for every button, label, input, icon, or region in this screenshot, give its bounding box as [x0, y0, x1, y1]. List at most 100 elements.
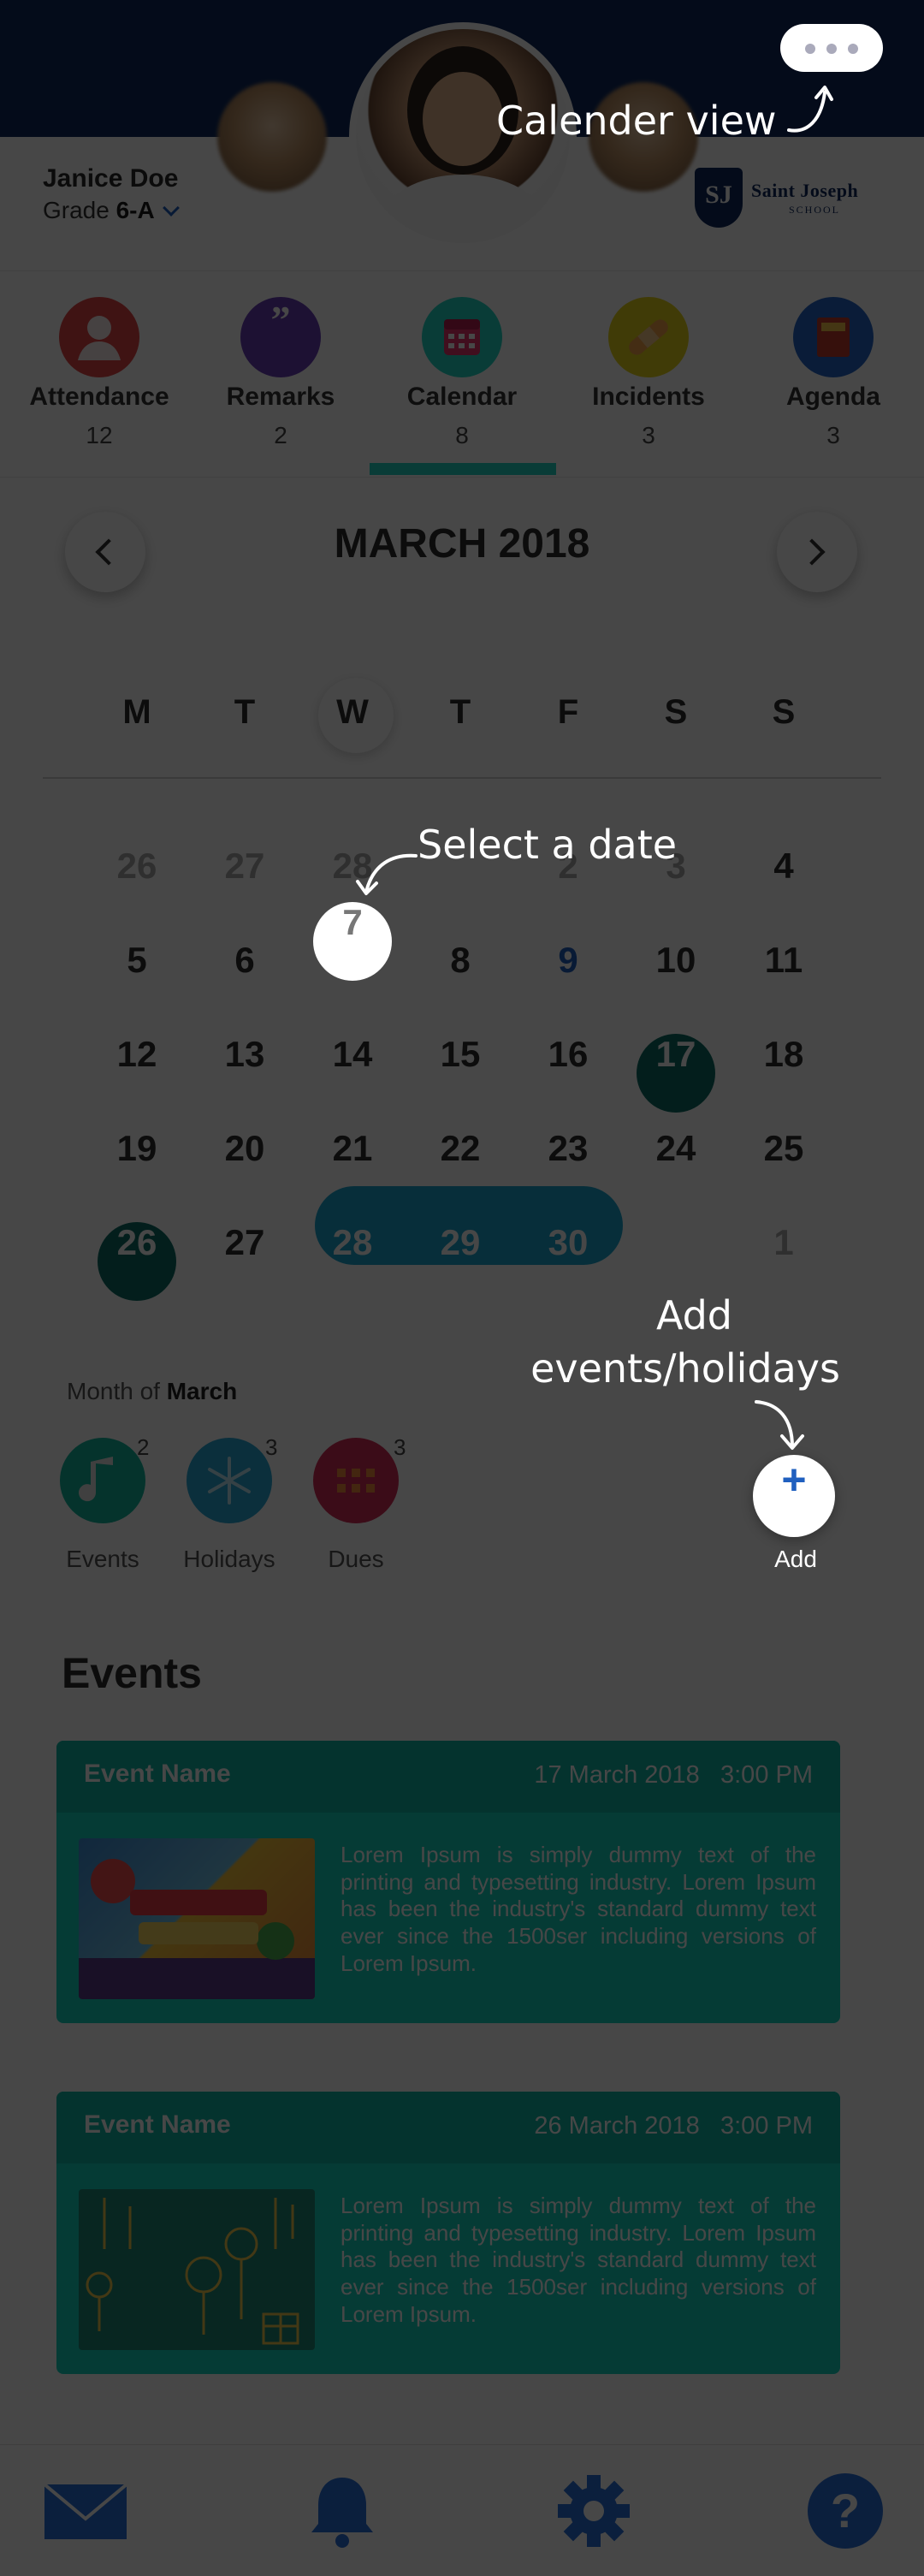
- balloons-illustration-icon: [86, 2198, 299, 2345]
- help-icon: ?: [808, 2473, 883, 2549]
- calendar-day[interactable]: 12: [98, 1034, 176, 1113]
- event-datetime: 17 March 2018 3:00 PM: [534, 1761, 813, 1790]
- tab-agenda[interactable]: Agenda 3: [741, 271, 924, 478]
- calendar-day[interactable]: 28: [313, 1222, 392, 1301]
- calendar-day[interactable]: 14: [313, 1034, 392, 1113]
- person-icon: [59, 297, 139, 377]
- weekday-label: S: [664, 693, 688, 731]
- event-description: Lorem Ipsum is simply dummy text of the …: [341, 1842, 816, 1976]
- sibling-avatar-left[interactable]: [217, 82, 327, 192]
- calendar-day[interactable]: 2: [529, 846, 607, 924]
- calendar-day[interactable]: 1: [744, 1222, 823, 1301]
- calendar-day[interactable]: 25: [744, 1128, 823, 1207]
- weekday-label: S: [772, 693, 796, 731]
- weekday-label: T: [234, 693, 256, 731]
- sibling-avatar-right[interactable]: [589, 82, 698, 192]
- calendar-day[interactable]: 16: [529, 1034, 607, 1113]
- calendar-day[interactable]: 3: [637, 846, 715, 924]
- tab-remarks[interactable]: ” Remarks 2: [188, 271, 373, 478]
- tab-count: 3: [826, 422, 840, 448]
- calendar-day[interactable]: 15: [421, 1034, 500, 1113]
- mail-icon: [43, 2483, 128, 2539]
- calendar-day[interactable]: 26: [98, 1222, 176, 1301]
- calendar-day[interactable]: 8: [421, 940, 500, 1018]
- events-title: Events: [62, 1649, 202, 1697]
- music-note-icon: [79, 1457, 113, 1502]
- calendar-day[interactable]: 4: [744, 846, 823, 924]
- dues-filter-button[interactable]: [313, 1438, 399, 1523]
- calendar-day[interactable]: 23: [529, 1128, 607, 1207]
- snowflake-icon: [208, 1457, 251, 1505]
- weekday-label: T: [449, 693, 471, 731]
- holidays-label: Holidays: [183, 1546, 275, 1572]
- more-options-button[interactable]: [780, 24, 883, 72]
- menu-dot: [848, 44, 858, 54]
- calendar-day[interactable]: 24: [637, 1128, 715, 1207]
- holidays-filter-button[interactable]: [187, 1438, 272, 1523]
- event-card[interactable]: Event Name 17 March 2018 3:00 PM Lorem I…: [56, 1741, 840, 2023]
- notifications-button[interactable]: [299, 2472, 385, 2549]
- calendar-day[interactable]: 29: [421, 1222, 500, 1301]
- calendar-day[interactable]: 26: [98, 846, 176, 924]
- event-name: Event Name: [84, 2110, 231, 2139]
- grade-value: 6-A: [116, 197, 155, 223]
- calendar-day[interactable]: 22: [421, 1128, 500, 1207]
- book-icon: [793, 297, 874, 377]
- calendar-day[interactable]: 21: [313, 1128, 392, 1207]
- calendar-day[interactable]: 27: [205, 1222, 284, 1301]
- tab-calendar[interactable]: Calendar 8: [370, 271, 554, 478]
- weekday-label: F: [557, 693, 579, 731]
- calendar-day[interactable]: 18: [744, 1034, 823, 1113]
- tab-label: Calendar: [406, 383, 518, 411]
- bottom-navigation: ?: [0, 2444, 924, 2576]
- calendar-divider: [43, 777, 881, 779]
- event-card-header: Event Name 17 March 2018 3:00 PM: [56, 1741, 840, 1813]
- help-button[interactable]: ?: [803, 2472, 888, 2549]
- tab-count: 3: [642, 422, 655, 448]
- calendar-day[interactable]: 11: [744, 940, 823, 1018]
- calendar-day[interactable]: 13: [205, 1034, 284, 1113]
- event-time: 3:00 PM: [720, 2112, 813, 2140]
- selected-day[interactable]: 7: [313, 902, 392, 981]
- event-time: 3:00 PM: [720, 1761, 813, 1789]
- calendar-day[interactable]: 19: [98, 1128, 176, 1207]
- tab-count: 8: [455, 422, 469, 448]
- calendar-day[interactable]: 10: [637, 940, 715, 1018]
- summary-month: March: [166, 1378, 238, 1404]
- settings-button[interactable]: [551, 2472, 637, 2549]
- grid-icon: [337, 1469, 375, 1493]
- poster-illustration-icon: [79, 1859, 315, 1999]
- summary-prefix: Month of: [67, 1378, 160, 1404]
- event-image: [79, 1838, 315, 1999]
- school-name: Saint Joseph: [751, 180, 859, 201]
- menu-dot: [805, 44, 815, 54]
- calendar-day[interactable]: 5: [98, 940, 176, 1018]
- calendar-day[interactable]: [637, 1222, 715, 1301]
- event-image: [79, 2189, 315, 2350]
- school-logo: SJ Saint Joseph SCHOOL: [695, 168, 890, 229]
- events-filter-button[interactable]: [60, 1438, 145, 1523]
- active-tab-indicator: [370, 463, 556, 475]
- tab-attendance[interactable]: Attendance 12: [7, 271, 192, 478]
- tab-label: Agenda: [785, 383, 880, 411]
- calendar-day[interactable]: 9: [529, 940, 607, 1018]
- calendar-day[interactable]: 27: [205, 846, 284, 924]
- tab-label: Remarks: [226, 383, 335, 411]
- calendar-day[interactable]: 20: [205, 1128, 284, 1207]
- summary-label: Month of March: [67, 1378, 237, 1405]
- next-month-button[interactable]: [777, 512, 857, 592]
- student-avatar[interactable]: [349, 22, 577, 250]
- calendar-day[interactable]: 17: [637, 1034, 715, 1113]
- grade-selector[interactable]: Grade 6-A: [43, 197, 180, 224]
- calendar-day[interactable]: 6: [205, 940, 284, 1018]
- bell-icon: [311, 2478, 373, 2548]
- messages-button[interactable]: [43, 2472, 128, 2549]
- svg-text:?: ?: [831, 2484, 860, 2537]
- events-section: Events Event Name 17 March 2018 3:00 PM …: [0, 1614, 924, 2444]
- month-summary: Month of March 2 Events 3 Holidays 3 Due…: [0, 1352, 924, 1614]
- calendar-day[interactable]: 30: [529, 1222, 607, 1301]
- calendar-day[interactable]: [421, 846, 500, 924]
- tab-incidents[interactable]: Incidents 3: [556, 271, 741, 478]
- event-card[interactable]: Event Name 26 March 2018 3:00 PM Lorem I…: [56, 2092, 840, 2374]
- calendar-panel: MARCH 2018 M T W T F S S 26 27 28 2 3 4 5 6 8 9 10…: [0, 478, 924, 1352]
